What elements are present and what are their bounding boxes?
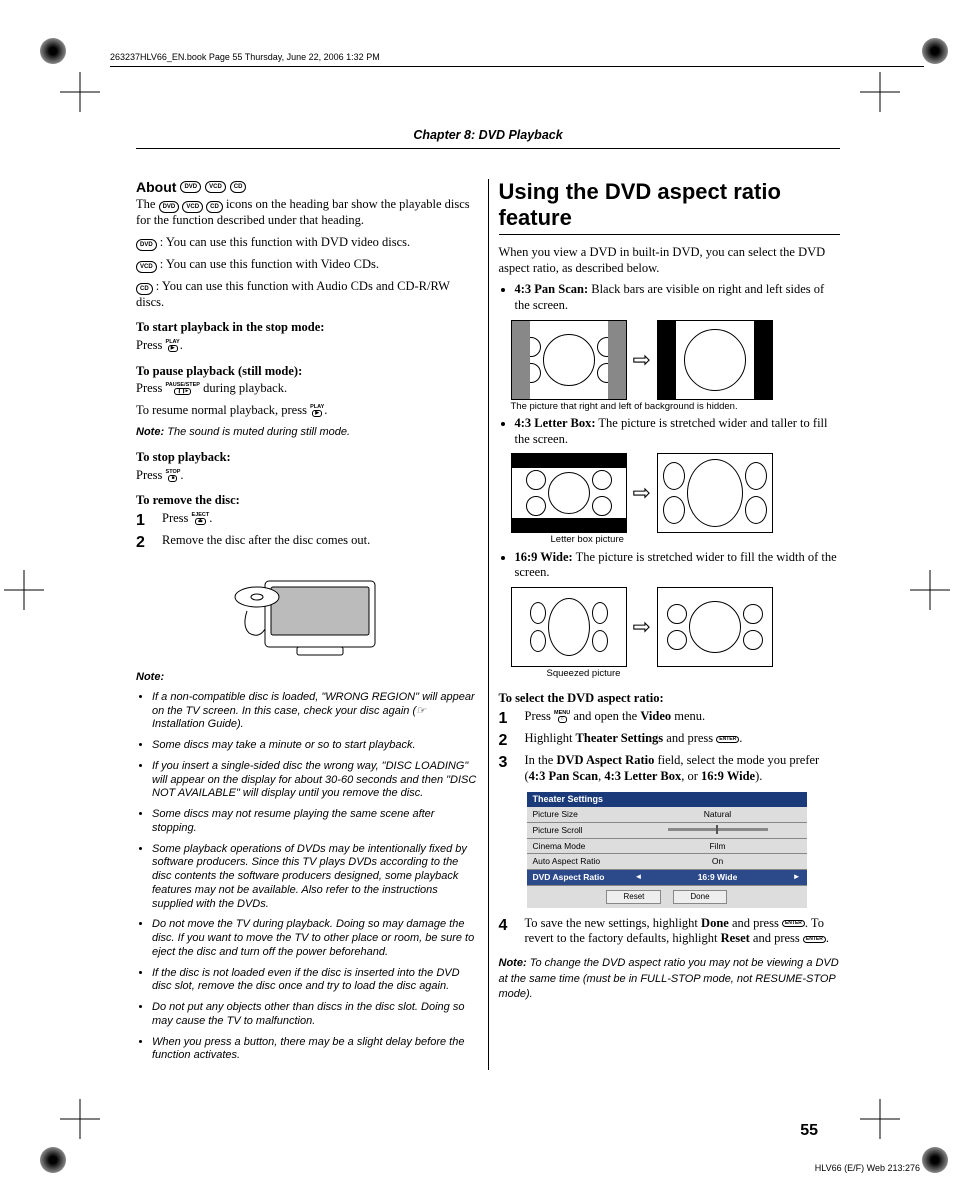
panscan-illustration: ⇨	[511, 320, 841, 400]
print-dot-icon	[922, 1147, 948, 1173]
final-note: Note: To change the DVD aspect ratio you…	[499, 955, 841, 1002]
step-item: 1Press EJECT⏏.	[136, 511, 478, 531]
about-heading: About DVD VCD CD	[136, 179, 478, 195]
remove-disc-heading: To remove the disc:	[136, 493, 478, 509]
note-item: Some playback operations of DVDs may be …	[152, 843, 478, 912]
note-label: Note:	[136, 671, 164, 683]
header-rule	[110, 66, 924, 67]
divider	[136, 148, 840, 149]
footer-code: HLV66 (E/F) Web 213:276	[815, 1163, 920, 1173]
note-item: If you insert a single-sided disc the wr…	[152, 760, 478, 801]
vcd-function-line: VCD : You can use this function with Vid…	[136, 257, 478, 273]
panscan-caption: The picture that right and left of backg…	[511, 402, 841, 412]
note-item: If the disc is not loaded even if the di…	[152, 967, 478, 995]
panscan-item: 4:3 Pan Scan: Black bars are visible on …	[515, 282, 841, 313]
pause-playback-heading: To pause playback (still mode):	[136, 364, 478, 380]
chapter-header: Chapter 8: DVD Playback	[136, 128, 840, 148]
pause-playback-text-2: To resume normal playback, press PLAY▶.	[136, 403, 478, 419]
settings-row-active: DVD Aspect Ratio◄16:9 Wide►	[527, 870, 807, 886]
cd-badge-icon: CD	[206, 201, 223, 213]
reset-button: Reset	[606, 890, 661, 904]
theater-settings-panel: Theater Settings Picture SizeNatural Pic…	[527, 792, 807, 907]
pause-playback-text-1: Press PAUSE/STEP❙❙▸ during playback.	[136, 381, 478, 397]
note-item: Do not move the TV during playback. Doin…	[152, 918, 478, 959]
wide-caption: Squeezed picture	[547, 669, 841, 679]
step-item: 4To save the new settings, highlight Don…	[499, 916, 841, 947]
notes-list: If a non-compatible disc is loaded, "WRO…	[136, 691, 478, 1063]
note-item: Do not put any objects other than discs …	[152, 1001, 478, 1029]
cd-function-line: CD : You can use this function with Audi…	[136, 279, 478, 311]
menu-key-icon: MENU○	[554, 711, 570, 723]
step-item: 2Highlight Theater Settings and press EN…	[499, 731, 841, 751]
wide-illustration: ⇨	[511, 587, 841, 667]
dvd-badge-icon: DVD	[159, 201, 180, 213]
note-item: Some discs may take a minute or so to st…	[152, 739, 478, 753]
crop-mark-icon	[860, 72, 900, 112]
arrow-right-icon: ⇨	[633, 346, 651, 374]
done-button: Done	[673, 890, 726, 904]
stop-key-icon: STOP■	[166, 470, 181, 482]
document-path: 263237HLV66_EN.book Page 55 Thursday, Ju…	[110, 52, 924, 62]
page-number: 55	[800, 1122, 818, 1140]
settings-row: Auto Aspect RatioOn	[527, 854, 807, 870]
letterbox-caption: Letter box picture	[551, 535, 841, 545]
crop-mark-icon	[60, 72, 100, 112]
section-title: Using the DVD aspect ratio feature	[499, 179, 841, 235]
note-item: If a non-compatible disc is loaded, "WRO…	[152, 691, 478, 732]
start-playback-text: Press PLAY▶.	[136, 338, 478, 354]
dvd-function-line: DVD : You can use this function with DVD…	[136, 235, 478, 251]
crop-mark-icon	[4, 570, 44, 610]
dvd-badge-icon: DVD	[180, 181, 201, 193]
arrow-right-icon: ⇨	[633, 613, 651, 641]
print-dot-icon	[40, 1147, 66, 1173]
arrow-right-icon: ⇨	[633, 479, 651, 507]
vcd-badge-icon: VCD	[136, 261, 157, 273]
tv-disc-illustration-icon	[227, 561, 387, 661]
crop-mark-icon	[910, 570, 950, 610]
step-item: 3In the DVD Aspect Ratio field, select t…	[499, 753, 841, 784]
enter-key-icon: ENTER	[803, 936, 826, 943]
eject-key-icon: EJECT⏏	[192, 513, 210, 525]
print-dot-icon	[40, 38, 66, 64]
enter-key-icon: ENTER	[716, 736, 739, 743]
vcd-badge-icon: VCD	[182, 201, 203, 213]
intro-text: When you view a DVD in built-in DVD, you…	[499, 245, 841, 276]
stop-playback-heading: To stop playback:	[136, 450, 478, 466]
settings-row: Picture SizeNatural	[527, 807, 807, 823]
vcd-badge-icon: VCD	[205, 181, 226, 193]
about-intro: The DVD VCD CD icons on the heading bar …	[136, 197, 478, 229]
crop-mark-icon	[860, 1099, 900, 1139]
note-item: When you press a button, there may be a …	[152, 1036, 478, 1064]
step-item: 1Press MENU○ and open the Video menu.	[499, 709, 841, 729]
start-playback-heading: To start playback in the stop mode:	[136, 320, 478, 336]
letterbox-item: 4:3 Letter Box: The picture is stretched…	[515, 416, 841, 447]
cd-badge-icon: CD	[136, 283, 153, 295]
play-key-icon: PLAY▶	[166, 340, 180, 352]
select-ratio-heading: To select the DVD aspect ratio:	[499, 691, 841, 707]
wide-item: 16:9 Wide: The picture is stretched wide…	[515, 550, 841, 581]
settings-row: Cinema ModeFilm	[527, 839, 807, 855]
step-item: 2Remove the disc after the disc comes ou…	[136, 533, 478, 553]
play-key-icon: PLAY▶	[310, 405, 324, 417]
about-title: About	[136, 179, 176, 195]
note-item: Some discs may not resume playing the sa…	[152, 808, 478, 836]
letterbox-illustration: ⇨	[511, 453, 841, 533]
stop-playback-text: Press STOP■.	[136, 468, 478, 484]
pause-key-icon: PAUSE/STEP❙❙▸	[166, 383, 200, 395]
dvd-badge-icon: DVD	[136, 239, 157, 251]
chevron-left-icon: ◄	[635, 872, 643, 882]
chevron-right-icon: ►	[793, 872, 801, 882]
pause-note: Note: The sound is muted during still mo…	[136, 424, 478, 440]
settings-title: Theater Settings	[527, 792, 807, 807]
crop-mark-icon	[60, 1099, 100, 1139]
print-dot-icon	[922, 38, 948, 64]
enter-key-icon: ENTER	[782, 920, 805, 927]
cd-badge-icon: CD	[230, 181, 247, 193]
settings-row: Picture Scroll	[527, 823, 807, 839]
